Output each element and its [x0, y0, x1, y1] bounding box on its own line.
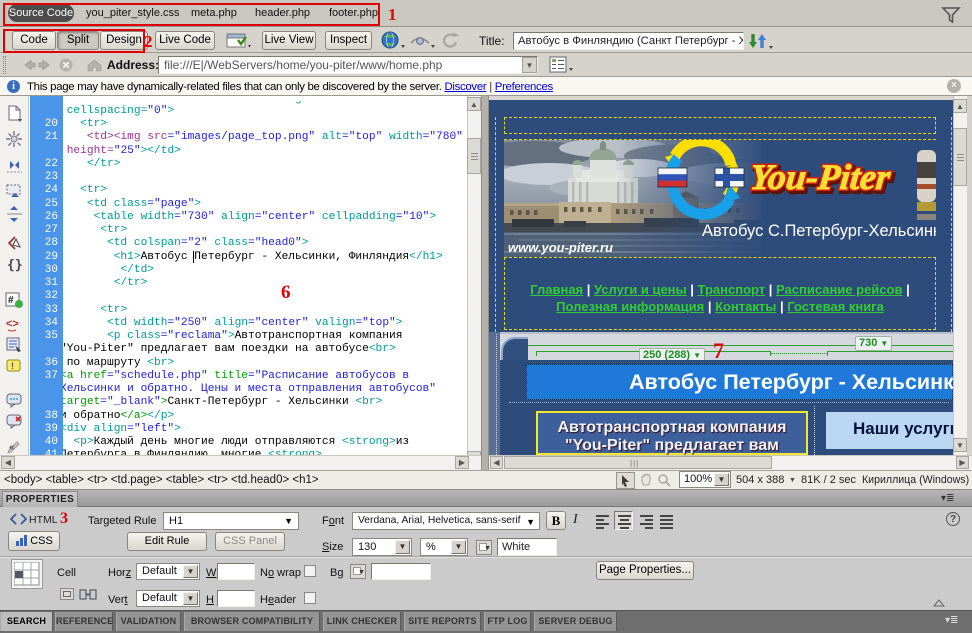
svg-text:#: # [8, 295, 14, 306]
svg-text:{}: {} [7, 258, 23, 273]
svg-text:<>: <> [6, 318, 19, 330]
svg-text:You-Piter: You-Piter [748, 157, 893, 197]
svg-text:!: ! [11, 361, 14, 371]
